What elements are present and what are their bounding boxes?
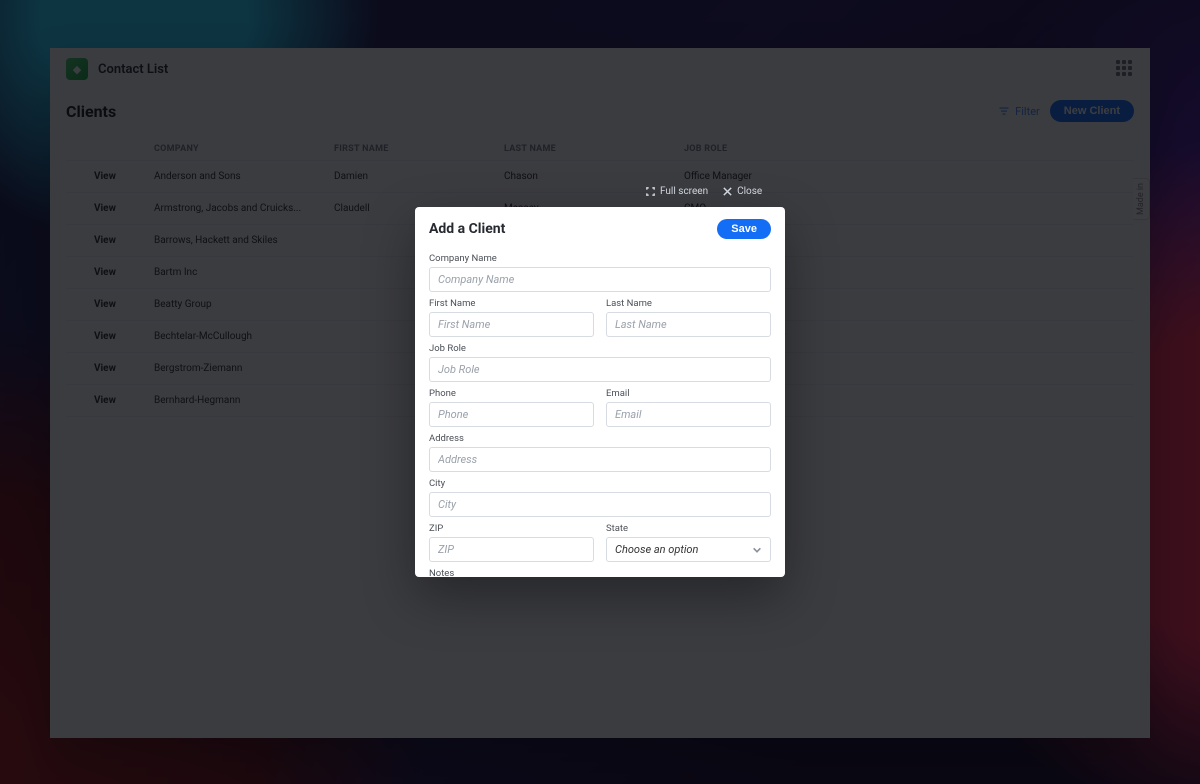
chevron-down-icon [752, 545, 762, 555]
zip-label: ZIP [429, 523, 594, 534]
city-label: City [429, 478, 771, 489]
state-select[interactable]: Choose an option [606, 537, 771, 562]
phone-label: Phone [429, 388, 594, 399]
add-client-modal: Add a Client Save Company Name First Nam… [415, 207, 785, 577]
save-button[interactable]: Save [717, 219, 771, 239]
first-name-label: First Name [429, 298, 594, 309]
jobrole-label: Job Role [429, 343, 771, 354]
last-name-label: Last Name [606, 298, 771, 309]
fullscreen-icon [645, 186, 656, 197]
address-input[interactable] [429, 447, 771, 472]
email-input[interactable] [606, 402, 771, 427]
company-label: Company Name [429, 253, 771, 264]
last-name-input[interactable] [606, 312, 771, 337]
close-button[interactable]: Close [722, 186, 762, 197]
state-placeholder: Choose an option [615, 543, 698, 556]
zip-input[interactable] [429, 537, 594, 562]
close-icon [722, 186, 733, 197]
modal-top-actions: Full screen Close [645, 186, 762, 197]
close-label: Close [737, 186, 762, 197]
email-label: Email [606, 388, 771, 399]
jobrole-input[interactable] [429, 357, 771, 382]
notes-label: Notes [429, 568, 771, 577]
company-input[interactable] [429, 267, 771, 292]
fullscreen-button[interactable]: Full screen [645, 186, 708, 197]
fullscreen-label: Full screen [660, 186, 708, 197]
city-input[interactable] [429, 492, 771, 517]
state-label: State [606, 523, 771, 534]
modal-title: Add a Client [429, 221, 505, 237]
address-label: Address [429, 433, 771, 444]
first-name-input[interactable] [429, 312, 594, 337]
phone-input[interactable] [429, 402, 594, 427]
